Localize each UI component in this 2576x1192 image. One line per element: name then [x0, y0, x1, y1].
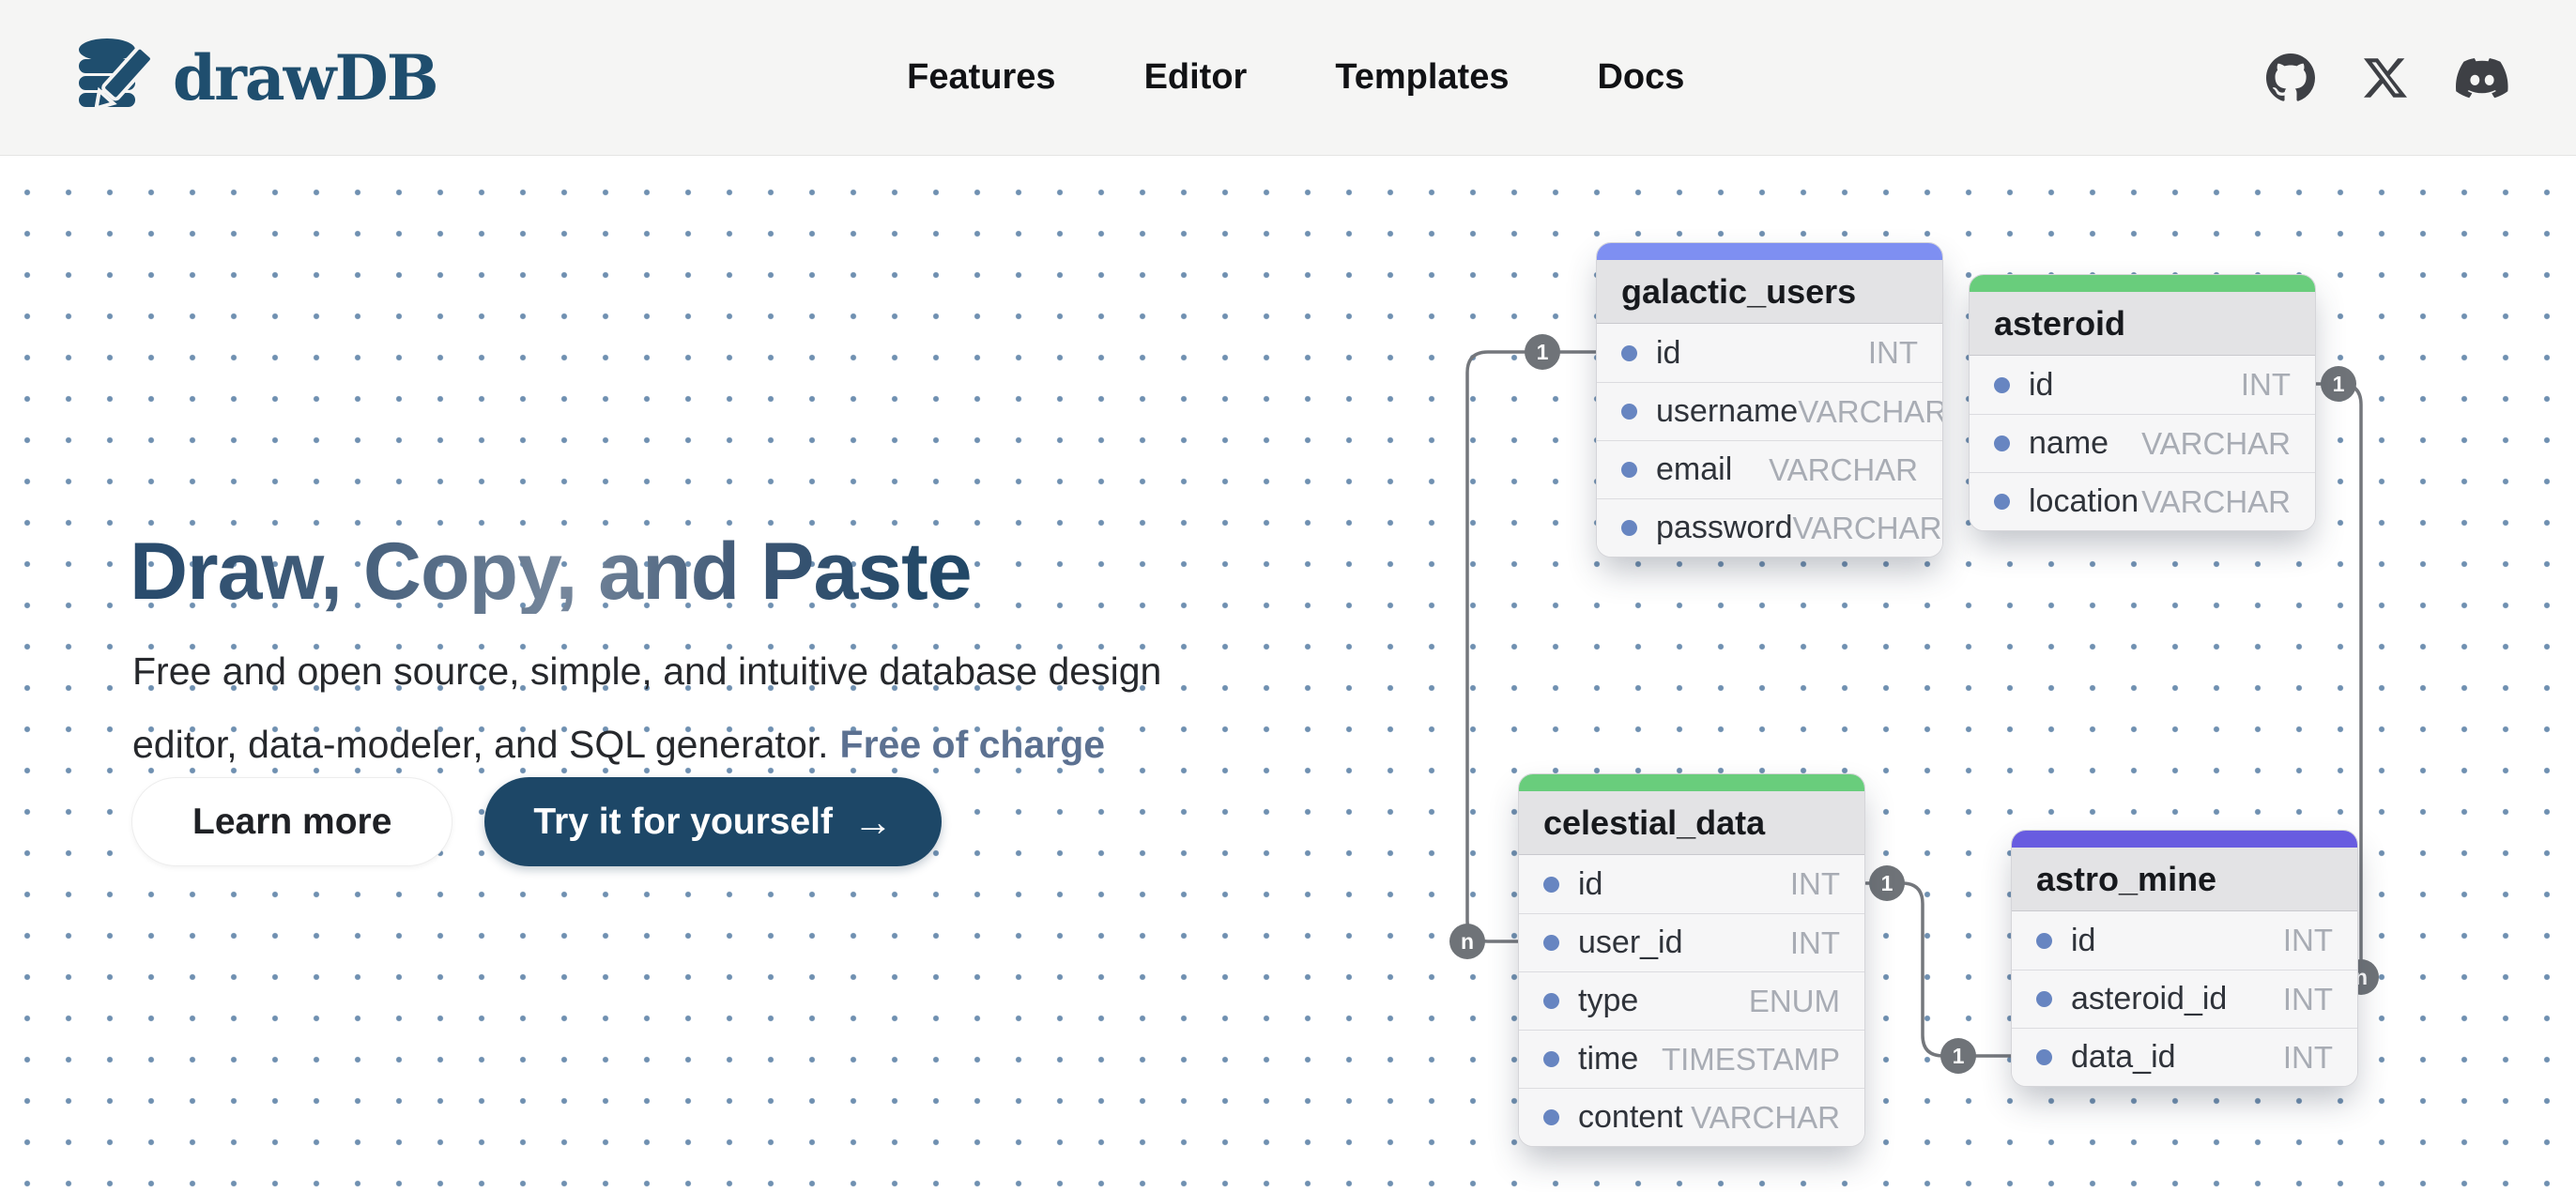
github-icon[interactable] [2266, 53, 2315, 102]
field-type: VARCHAR [1691, 1100, 1840, 1136]
field-name: id [1578, 866, 1790, 903]
field-name: location [2029, 483, 2141, 520]
brand-logo[interactable]: drawDB [68, 33, 437, 123]
field-dot-icon [2036, 1049, 2052, 1065]
field-type: ENUM [1749, 984, 1840, 1019]
x-icon[interactable] [2364, 56, 2407, 99]
table-card-asteroid: asteroid id INT name VARCHAR location VA… [1969, 274, 2316, 531]
table-field-row: time TIMESTAMP [1519, 1030, 1864, 1088]
discord-icon[interactable] [2456, 52, 2508, 104]
table-field-row: email VARCHAR [1597, 440, 1942, 498]
field-name: id [1656, 335, 1868, 372]
table-field-row: id INT [2012, 911, 2357, 970]
table-field-row: username VARCHAR [1597, 382, 1942, 440]
field-type: INT [2241, 367, 2291, 403]
table-color-strip [1519, 774, 1864, 791]
field-name: id [2029, 367, 2241, 404]
cardinality-badge: 1 [2321, 366, 2356, 402]
field-name: email [1656, 451, 1769, 488]
field-name: type [1578, 983, 1749, 1019]
table-field-row: name VARCHAR [1970, 414, 2315, 472]
table-field-row: type ENUM [1519, 971, 1864, 1030]
table-field-row: data_id INT [2012, 1028, 2357, 1086]
field-name: time [1578, 1041, 1662, 1077]
field-type: VARCHAR [1793, 511, 1942, 546]
field-type: INT [2283, 1040, 2333, 1076]
field-dot-icon [1543, 993, 1559, 1009]
cardinality-badge: 1 [1940, 1038, 1976, 1074]
field-type: TIMESTAMP [1662, 1042, 1840, 1077]
field-dot-icon [1621, 462, 1637, 478]
field-name: asteroid_id [2071, 981, 2283, 1017]
field-dot-icon [1994, 436, 2010, 451]
field-dot-icon [1621, 520, 1637, 536]
nav-link-templates[interactable]: Templates [1335, 57, 1509, 98]
table-color-strip [1597, 243, 1942, 260]
field-type: INT [1868, 335, 1918, 371]
field-dot-icon [1621, 345, 1637, 361]
field-name: username [1656, 393, 1798, 430]
field-name: name [2029, 425, 2141, 462]
field-dot-icon [1994, 377, 2010, 393]
brand-name: drawDB [173, 41, 437, 115]
field-dot-icon [1543, 935, 1559, 951]
field-dot-icon [1621, 404, 1637, 420]
table-card-galactic-users: galactic_users id INT username VARCHAR e… [1596, 242, 1943, 558]
nav-link-features[interactable]: Features [907, 57, 1055, 98]
table-title: astro_mine [2012, 848, 2357, 911]
field-type: INT [2283, 923, 2333, 958]
table-card-celestial-data: celestial_data id INT user_id INT type E… [1518, 773, 1865, 1147]
field-type: VARCHAR [1769, 452, 1918, 488]
table-card-astro-mine: astro_mine id INT asteroid_id INT data_i… [2011, 830, 2358, 1087]
field-dot-icon [2036, 933, 2052, 949]
nav-link-docs[interactable]: Docs [1597, 57, 1684, 98]
field-type: VARCHAR [2141, 426, 2291, 462]
field-name: user_id [1578, 925, 1790, 961]
table-color-strip [2012, 831, 2357, 848]
field-type: VARCHAR [2141, 484, 2291, 520]
table-field-row: asteroid_id INT [2012, 970, 2357, 1028]
diagram-canvas: 1 n 1 n 1 1 Draw, Copy, and Paste Free a… [0, 156, 2576, 1192]
field-name: data_id [2071, 1039, 2283, 1076]
main-nav: Features Editor Templates Docs [907, 0, 1684, 155]
navbar: drawDB Features Editor Templates Docs [0, 0, 2576, 156]
field-type: INT [1790, 866, 1840, 902]
table-field-row: content VARCHAR [1519, 1088, 1864, 1146]
table-color-strip [1970, 275, 2315, 292]
cardinality-badge: 1 [1525, 334, 1560, 370]
table-field-row: id INT [1597, 324, 1942, 382]
field-dot-icon [1543, 1051, 1559, 1067]
table-title: celestial_data [1519, 791, 1864, 855]
field-name: password [1656, 510, 1793, 546]
field-dot-icon [2036, 991, 2052, 1007]
field-type: VARCHAR [1798, 394, 1943, 430]
table-field-row: password VARCHAR [1597, 498, 1942, 557]
field-dot-icon [1994, 494, 2010, 510]
table-title: galactic_users [1597, 260, 1942, 324]
table-field-row: id INT [1519, 855, 1864, 913]
field-type: INT [2283, 982, 2333, 1017]
cardinality-badge: n [1449, 924, 1485, 959]
cardinality-badge: 1 [1869, 865, 1905, 901]
table-title: asteroid [1970, 292, 2315, 356]
field-name: content [1578, 1099, 1691, 1136]
table-field-row: id INT [1970, 356, 2315, 414]
field-name: id [2071, 923, 2283, 959]
field-dot-icon [1543, 1109, 1559, 1125]
field-dot-icon [1543, 877, 1559, 893]
relationship-celestial-astromine [1866, 883, 2011, 1056]
table-field-row: user_id INT [1519, 913, 1864, 971]
field-type: INT [1790, 925, 1840, 961]
social-links [2266, 52, 2508, 104]
table-field-row: location VARCHAR [1970, 472, 2315, 530]
nav-link-editor[interactable]: Editor [1144, 57, 1248, 98]
drawdb-logo-icon [68, 33, 158, 123]
